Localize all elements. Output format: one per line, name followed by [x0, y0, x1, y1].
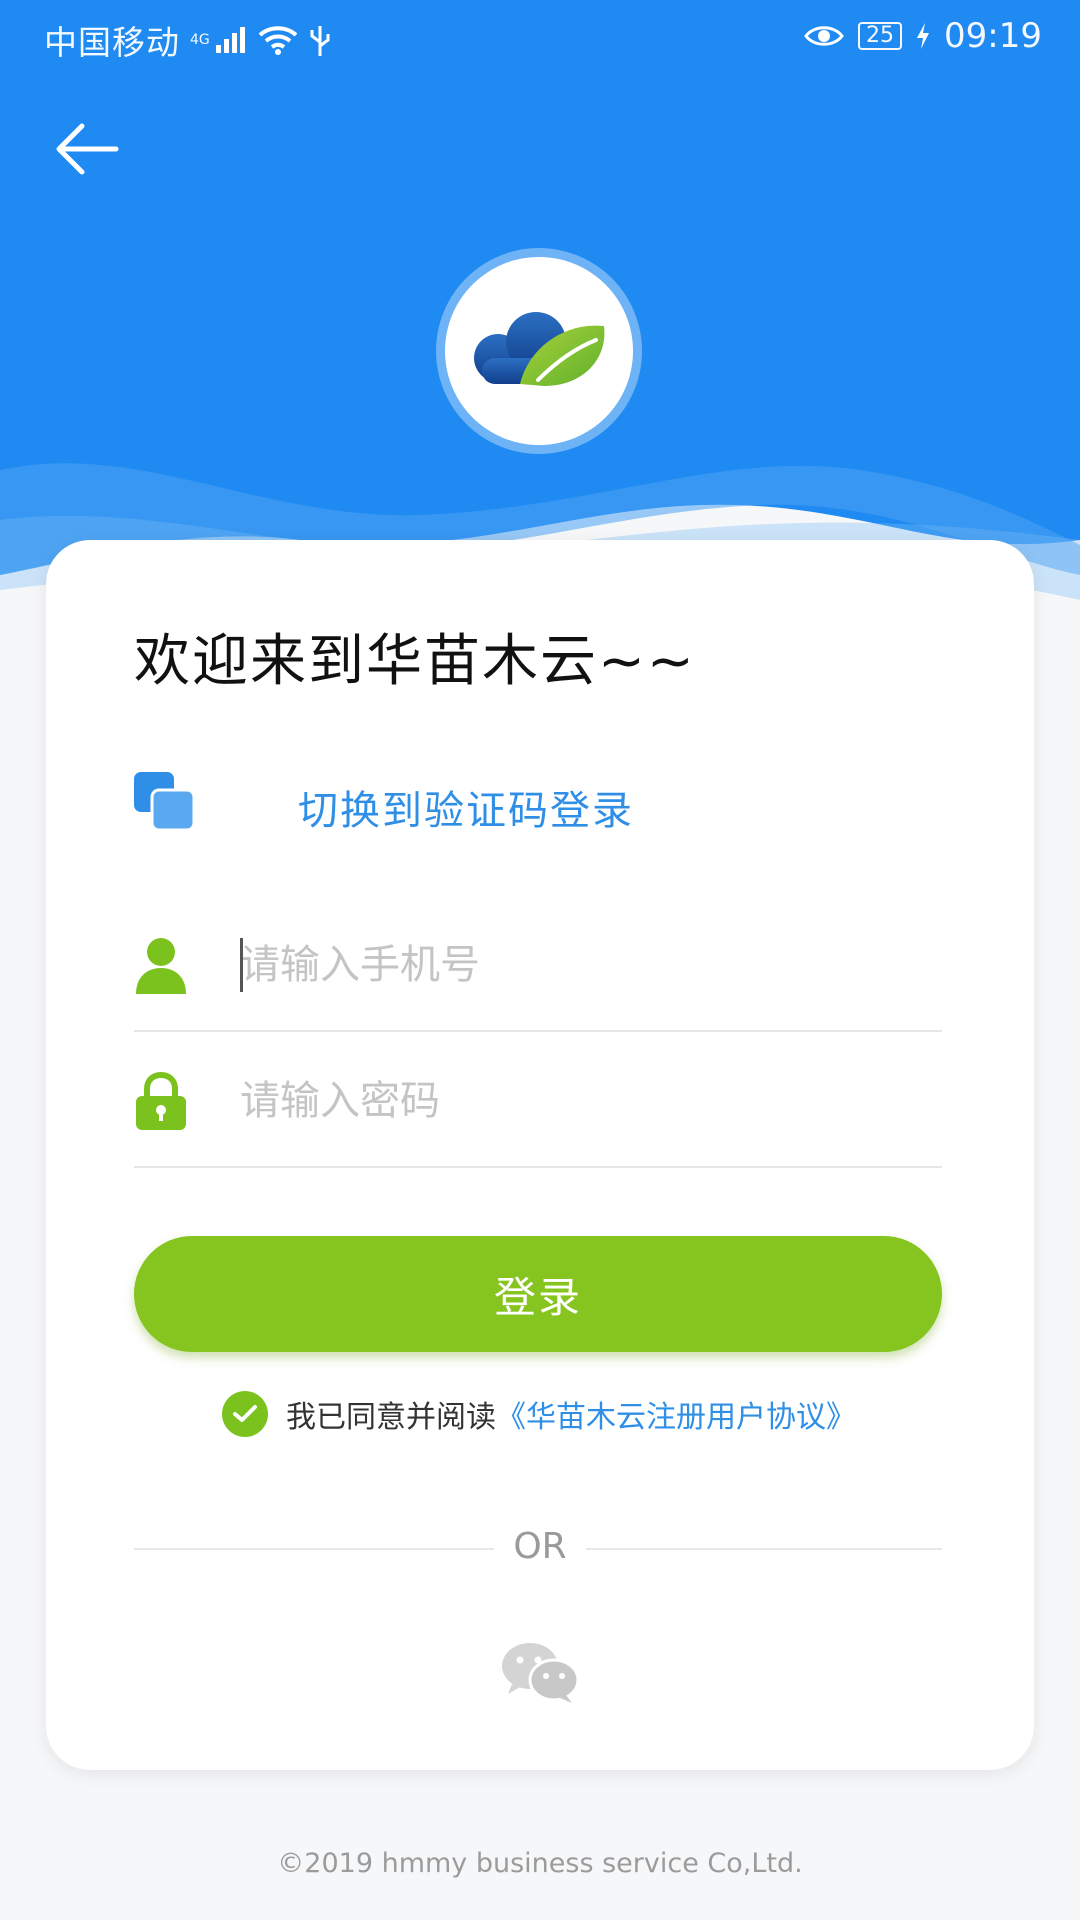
- clock: 09:19: [944, 16, 1042, 56]
- usb-icon: [310, 26, 330, 56]
- charging-icon: [917, 23, 930, 49]
- switch-to-code-login[interactable]: 切换到验证码登录: [134, 768, 734, 838]
- divider-or-text: OR: [513, 1526, 567, 1567]
- phone-field: [134, 900, 942, 1032]
- phone-input[interactable]: [238, 924, 922, 1006]
- agreement-link[interactable]: 《华苗木云注册用户协议》: [496, 1392, 856, 1436]
- login-button[interactable]: 登录: [134, 1236, 942, 1352]
- wifi-icon: [258, 26, 298, 55]
- password-field: [134, 1036, 942, 1168]
- wechat-icon: [502, 1643, 580, 1703]
- status-left: 中国移动 4G: [44, 16, 332, 64]
- divider-left: [134, 1548, 494, 1550]
- back-button[interactable]: [52, 118, 122, 180]
- network-type: 4G: [190, 32, 210, 48]
- password-input[interactable]: [238, 1060, 922, 1142]
- wechat-login-button[interactable]: [500, 1640, 580, 1704]
- logo-ring: [436, 248, 642, 454]
- signal-icon: [215, 27, 245, 53]
- arrow-left-icon: [56, 123, 119, 175]
- login-card: 欢迎来到华苗木云~~ 切换到验证码登录 登录 我已同意并阅读: [46, 540, 1034, 1770]
- eye-icon: [804, 26, 844, 46]
- agreement-checkbox[interactable]: [222, 1391, 268, 1437]
- cloud-leaf-logo: [474, 312, 605, 386]
- switch-login-label: 切换到验证码登录: [298, 788, 634, 834]
- battery-level: 25: [858, 22, 903, 50]
- check-icon: [233, 1405, 257, 1422]
- squares-icon: [134, 772, 196, 832]
- lock-icon: [136, 1072, 186, 1130]
- carrier-name: 中国移动: [44, 23, 180, 62]
- agreement-text: 我已同意并阅读: [286, 1400, 496, 1435]
- user-icon: [136, 938, 186, 994]
- text-caret: [240, 938, 243, 992]
- footer-copyright: ©2019 hmmy business service Co,Ltd.: [277, 1848, 803, 1879]
- app-logo: [445, 257, 633, 445]
- welcome-title: 欢迎来到华苗木云~~: [134, 629, 696, 694]
- agreement-row: 我已同意并阅读 《华苗木云注册用户协议》: [222, 1384, 856, 1444]
- status-bar: 中国移动 4G 25 09:19: [0, 0, 1080, 76]
- divider-right: [586, 1548, 942, 1550]
- status-right: 25 09:19: [804, 16, 1042, 56]
